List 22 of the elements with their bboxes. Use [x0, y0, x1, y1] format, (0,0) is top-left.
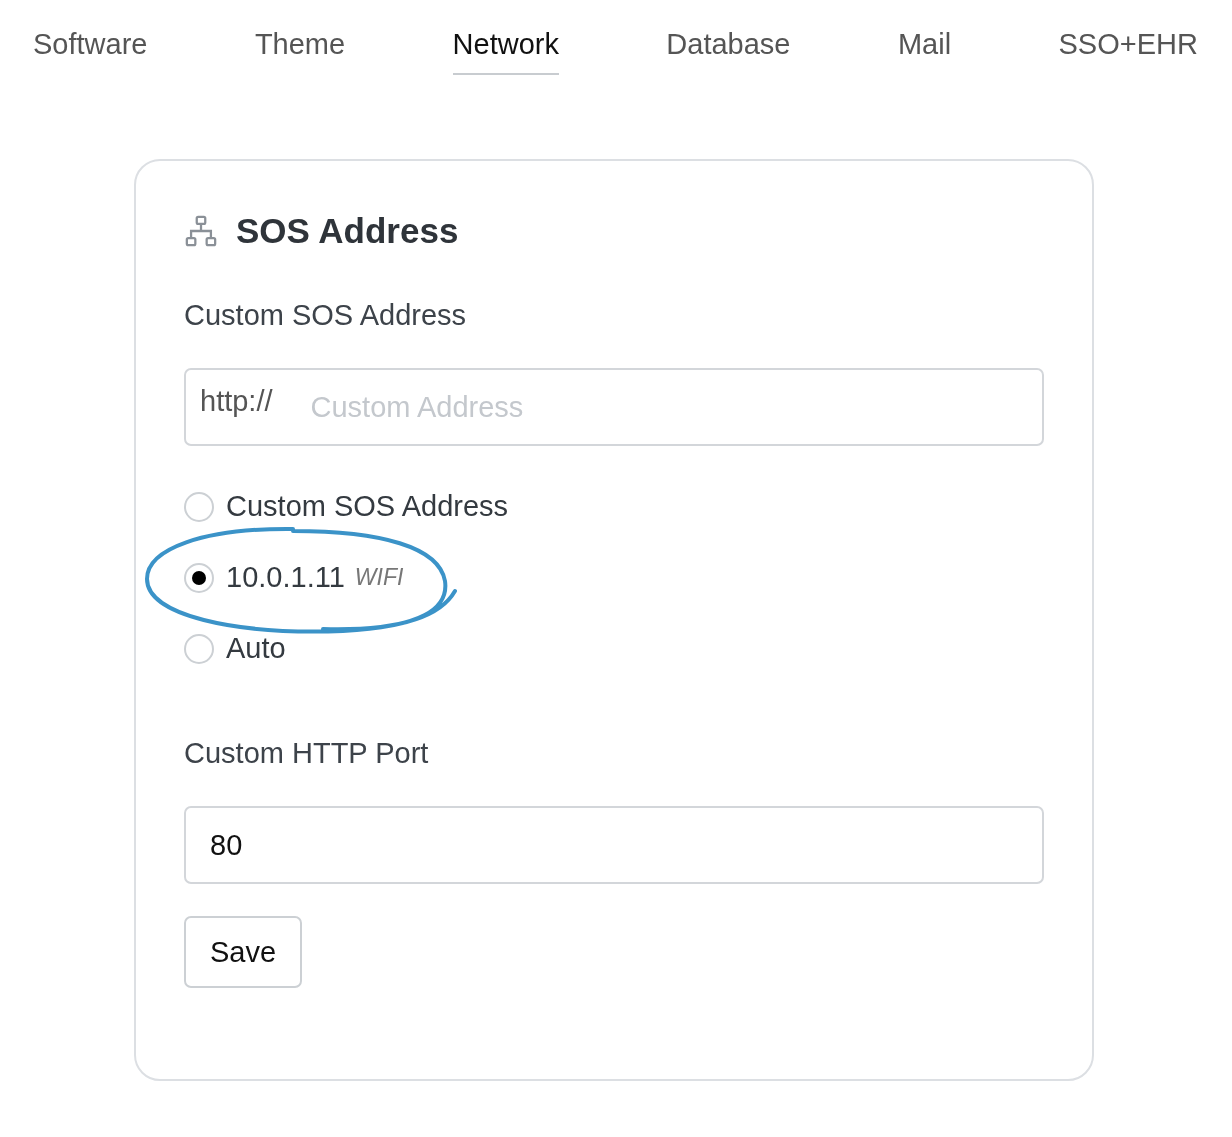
url-prefix: http:// — [200, 384, 273, 418]
save-button[interactable]: Save — [184, 916, 303, 988]
port-input-field[interactable]: 80 — [184, 806, 1044, 884]
tab[interactable]: Database — [666, 28, 791, 75]
radio-label: Custom SOS Address — [226, 490, 509, 523]
radio-button[interactable] — [184, 562, 214, 593]
address-input-field[interactable]: http:// Custom Address — [184, 368, 1044, 446]
network-icon — [184, 214, 218, 248]
tab[interactable]: Network — [452, 28, 559, 75]
network-tag: WIFI — [354, 564, 404, 591]
card-title: SOS Address — [236, 211, 459, 251]
tab[interactable]: Software — [33, 28, 148, 75]
radio-label: 10.0.1.11 — [226, 561, 345, 594]
radio-button[interactable] — [184, 491, 214, 522]
radio-button[interactable] — [184, 633, 214, 664]
tab[interactable]: Theme — [254, 28, 346, 75]
tab[interactable]: SSO+EHR — [1058, 28, 1198, 75]
address-input[interactable]: Custom Address — [308, 389, 1018, 425]
radio-label: Auto — [226, 632, 286, 665]
field-label: Custom SOS Address — [184, 299, 468, 332]
field-label: Custom HTTP Port — [184, 737, 430, 770]
tab[interactable]: Mail — [897, 28, 952, 75]
